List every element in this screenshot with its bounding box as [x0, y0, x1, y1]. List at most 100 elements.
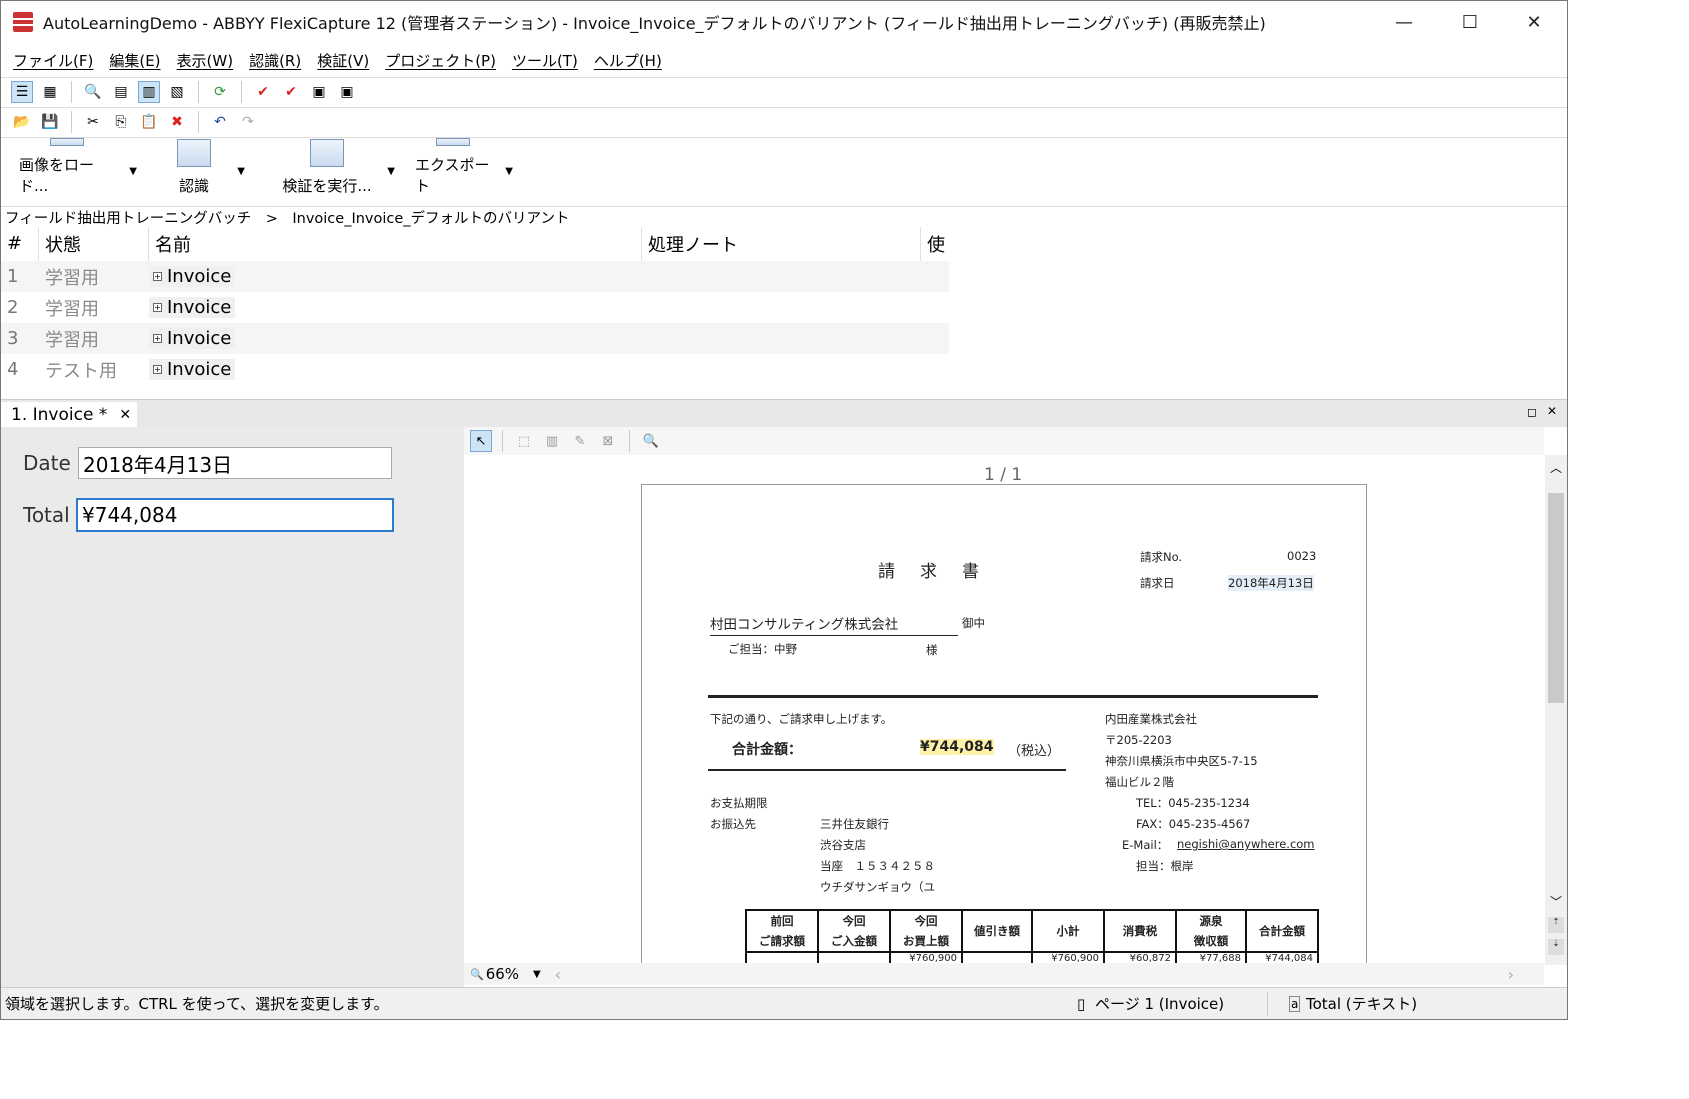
close-tab-icon[interactable]: ✕	[119, 407, 131, 423]
load-images-button[interactable]: 画像をロード... ▼	[19, 138, 137, 206]
row-number: 4	[7, 359, 19, 380]
status-separator	[1267, 992, 1268, 1016]
table-header-cell: 小計	[1031, 909, 1105, 953]
delete-icon[interactable]: ✖	[166, 111, 188, 133]
expand-icon[interactable]: +	[153, 303, 162, 312]
table-row[interactable]: 1 学習用 + Invoice	[1, 261, 949, 292]
restore-pane-icon[interactable]: ◻	[1527, 405, 1537, 419]
toolbar-separator	[502, 430, 503, 452]
menu-file[interactable]: ファイル(F)	[13, 50, 93, 71]
column-header-number[interactable]: #	[1, 226, 39, 261]
table-region-icon[interactable]: ▥	[541, 430, 563, 452]
scroll-down-icon[interactable]: ﹀	[1550, 893, 1562, 910]
details-view-icon[interactable]: ☰	[11, 80, 33, 103]
row-name: Invoice	[167, 359, 232, 380]
undo-icon[interactable]: ↶	[209, 111, 231, 133]
menu-verify[interactable]: 検証(V)	[317, 50, 369, 71]
scroll-right-icon[interactable]: ›	[1508, 965, 1514, 984]
batch-icon[interactable]: ▤	[110, 81, 132, 103]
thumbnail-view-icon[interactable]: ▦	[39, 81, 61, 103]
breadcrumb[interactable]: フィールド抽出用トレーニングバッチ > Invoice_Invoice_デフォル…	[5, 207, 569, 228]
invoice-onchu: 御中	[962, 616, 985, 630]
draw-region-icon[interactable]: ⬚	[513, 430, 535, 452]
preview-icon[interactable]: 🔍	[82, 81, 104, 103]
paste-icon[interactable]: 📋	[138, 111, 160, 133]
zoom-icon[interactable]: 🔍	[640, 430, 662, 452]
scroll-up-icon[interactable]: ︿	[1550, 459, 1562, 476]
verification-icon	[310, 139, 344, 167]
date-field[interactable]: 2018年4月13日	[78, 447, 392, 479]
refresh-icon[interactable]: ⟳	[209, 81, 231, 103]
open-folder-icon[interactable]: 📂	[11, 111, 33, 133]
recognize-button[interactable]: 認識 ▼	[165, 138, 245, 206]
menu-recognize[interactable]: 認識(R)	[249, 50, 301, 71]
export-button[interactable]: エクスポート ▼	[415, 138, 513, 206]
window-title: AutoLearningDemo - ABBYY FlexiCapture 12…	[43, 14, 1266, 33]
tab-invoice[interactable]: 1. Invoice * ✕	[1, 402, 137, 428]
recognize-dropdown-icon[interactable]: ▼	[237, 166, 245, 177]
verification-dropdown-icon[interactable]: ▼	[387, 166, 395, 177]
copy-icon[interactable]: ⎘	[110, 111, 132, 133]
toolbar-view: ☰ ▦ 🔍 ▤ ▥ ▧ ⟳ ✔ ✔ ▣ ▣	[1, 77, 1567, 105]
table-row[interactable]: 2 学習用 + Invoice	[1, 292, 949, 323]
menu-help[interactable]: ヘルプ(H)	[594, 50, 662, 71]
close-button[interactable]: ✕	[1501, 1, 1567, 43]
document-icon[interactable]: ▥	[138, 80, 160, 103]
total-field[interactable]: ¥744,084	[76, 498, 394, 532]
cut-icon[interactable]: ✂	[82, 111, 104, 133]
vertical-scrollbar[interactable]: ︿ ﹀ ⇡ ⇣	[1545, 455, 1567, 965]
scroll-thumb[interactable]	[1548, 493, 1564, 703]
menu-edit[interactable]: 編集(E)	[109, 50, 160, 71]
invoice-zip: 〒205-2203	[1105, 733, 1172, 747]
grid-header: # 状態 名前 処理ノート 使	[1, 226, 949, 261]
row-name: Invoice	[167, 328, 232, 349]
expand-icon[interactable]: +	[153, 334, 162, 343]
edit-region-icon[interactable]: ✎	[569, 430, 591, 452]
menu-project[interactable]: プロジェクト(P)	[385, 50, 496, 71]
export-batch-icon[interactable]: ▣	[336, 81, 358, 103]
page-icon[interactable]: ▧	[166, 81, 188, 103]
save-icon[interactable]: 💾	[39, 111, 61, 133]
zoom-dropdown-icon[interactable]: ▼	[533, 969, 541, 980]
scroll-left-icon[interactable]: ‹	[555, 965, 561, 984]
export-doc-icon[interactable]: ▣	[308, 81, 330, 103]
zoom-level[interactable]: 66%	[486, 965, 519, 983]
invoice-total-label: 合計金額：	[732, 742, 802, 758]
prev-page-icon[interactable]: ⇡	[1548, 917, 1564, 933]
row-name-cell: + Invoice	[149, 297, 236, 318]
invoice-company: 内田産業株式会社	[1105, 712, 1197, 726]
row-name: Invoice	[167, 297, 232, 318]
select-pointer-icon[interactable]: ↖	[470, 430, 492, 452]
expand-icon[interactable]: +	[153, 272, 162, 281]
verify-check-icon[interactable]: ✔	[252, 81, 274, 103]
menu-view[interactable]: 表示(W)	[177, 50, 234, 71]
export-dropdown-icon[interactable]: ▼	[505, 166, 513, 177]
verify-next-icon[interactable]: ✔	[280, 81, 302, 103]
load-images-dropdown-icon[interactable]: ▼	[129, 166, 137, 177]
table-header-cell: 合計金額	[1245, 909, 1319, 953]
page-status: ページ 1 (Invoice)	[1095, 995, 1225, 1013]
row-status: 学習用	[45, 267, 99, 289]
maximize-button[interactable]: ☐	[1437, 1, 1503, 43]
table-row[interactable]: 4 テスト用 + Invoice	[1, 354, 949, 385]
close-pane-icon[interactable]: ✕	[1547, 404, 1557, 418]
run-verification-button[interactable]: 検証を実行... ▼	[281, 138, 395, 206]
invoice-tel: TEL：045-235-1234	[1136, 796, 1250, 810]
column-header-status[interactable]: 状態	[39, 226, 149, 261]
column-header-note[interactable]: 処理ノート	[642, 226, 921, 261]
delete-region-icon[interactable]: ⊠	[597, 430, 619, 452]
column-header-name[interactable]: 名前	[149, 226, 642, 261]
toolbar-separator	[241, 80, 242, 103]
table-row[interactable]: 3 学習用 + Invoice	[1, 323, 949, 354]
redo-icon[interactable]: ↷	[237, 111, 259, 133]
expand-icon[interactable]: +	[153, 365, 162, 374]
row-name: Invoice	[167, 266, 232, 287]
column-header-extra[interactable]: 使	[921, 227, 949, 261]
toolbar-separator	[198, 80, 199, 103]
menu-tools[interactable]: ツール(T)	[512, 50, 578, 71]
next-page-icon[interactable]: ⇣	[1548, 939, 1564, 955]
invoice-email-label: E-Mail：	[1122, 838, 1169, 852]
invoice-image[interactable]: 請 求 書 請求No. 0023 請求日 2018年4月13日 村田コンサルティ…	[641, 484, 1367, 964]
minimize-button[interactable]: —	[1371, 1, 1437, 43]
status-bar: 領域を選択します。CTRL を使って、選択を変更します。 ▯ ページ 1 (In…	[1, 987, 1567, 1019]
